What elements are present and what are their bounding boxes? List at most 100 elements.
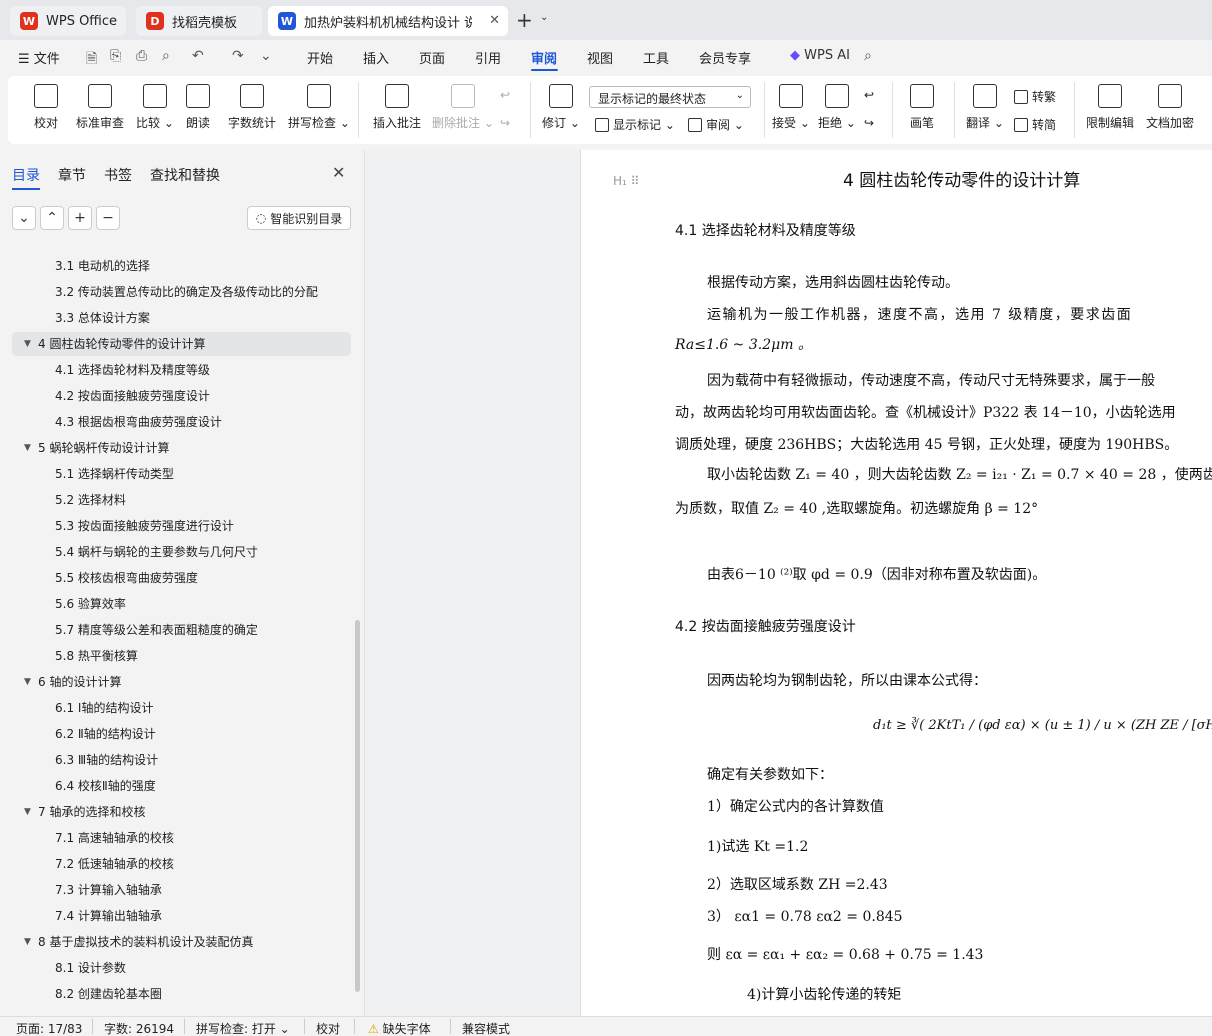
- toc-item[interactable]: 7.1 高速轴轴承的校核: [12, 826, 351, 850]
- expand-arrow-icon[interactable]: ▼: [24, 930, 31, 954]
- close-tab-icon[interactable]: ✕: [489, 13, 500, 28]
- expand-arrow-icon[interactable]: ▼: [24, 800, 31, 824]
- std-review-button[interactable]: 标准审查: [76, 84, 124, 131]
- toc-item[interactable]: 5.6 验算效率: [12, 592, 351, 616]
- save-icon[interactable]: 🗎: [86, 48, 97, 72]
- menu-review[interactable]: 审阅: [531, 48, 557, 67]
- tab-find-replace[interactable]: 查找和替换: [150, 165, 220, 185]
- toc-item[interactable]: 5.2 选择材料: [12, 488, 351, 512]
- chevron-down-icon[interactable]: ⌄: [540, 12, 548, 23]
- accept-button[interactable]: 接受 ⌄: [772, 84, 810, 131]
- delete-comment-button[interactable]: 删除批注 ⌄: [432, 84, 494, 131]
- toc-item[interactable]: 5.5 校核齿根弯曲疲劳强度: [12, 566, 351, 590]
- toc-item[interactable]: 3.2 传动装置总传动比的确定及各级传动比的分配: [12, 280, 351, 304]
- menu-start[interactable]: 开始: [307, 48, 333, 67]
- toc-item[interactable]: 3.3 总体设计方案: [12, 306, 351, 330]
- sidebar-scrollbar[interactable]: [355, 620, 360, 992]
- toc-item[interactable]: 5.7 精度等级公差和表面粗糙度的确定: [12, 618, 351, 642]
- tab-toc[interactable]: 目录: [12, 165, 40, 185]
- proof-status[interactable]: 校对: [316, 1020, 340, 1036]
- toc-item[interactable]: 5.1 选择蜗杆传动类型: [12, 462, 351, 486]
- page-indicator[interactable]: 页面: 17/83: [16, 1020, 82, 1036]
- toc-item[interactable]: 4.2 按齿面接触疲劳强度设计: [12, 384, 351, 408]
- word-count[interactable]: 字数: 26194: [104, 1020, 174, 1036]
- tab-chapters[interactable]: 章节: [58, 165, 86, 185]
- expand-arrow-icon[interactable]: ▼: [24, 436, 31, 460]
- heading-handle-icon[interactable]: H₁ ⠿: [613, 174, 639, 188]
- toc-item[interactable]: 6.3 Ⅲ轴的结构设计: [12, 748, 351, 772]
- menu-file[interactable]: ☰ 文件: [18, 48, 60, 67]
- wps-ai-button[interactable]: ◆ WPS AI: [790, 48, 850, 63]
- toc-item[interactable]: ▼ 4 圆柱齿轮传动零件的设计计算: [12, 332, 351, 356]
- toc-item[interactable]: ▼ 7 轴承的选择和校核: [12, 800, 351, 824]
- encrypt-doc-button[interactable]: 文档加密: [1146, 84, 1194, 131]
- toc-item[interactable]: 3.1 电动机的选择: [12, 254, 351, 278]
- toc-item[interactable]: 5.3 按齿面接触疲劳强度进行设计: [12, 514, 351, 538]
- menu-tools[interactable]: 工具: [643, 48, 669, 67]
- toc-item[interactable]: 7.4 计算输出轴轴承: [12, 904, 351, 928]
- toc-item[interactable]: 5.8 热平衡核算: [12, 644, 351, 668]
- restrict-edit-button[interactable]: 限制编辑: [1086, 84, 1134, 131]
- menu-member[interactable]: 会员专享: [699, 48, 751, 67]
- print-preview-icon[interactable]: ⌕: [162, 48, 170, 64]
- to-traditional-button[interactable]: 转繁: [1014, 88, 1056, 105]
- document-page[interactable]: H₁ ⠿ 4 圆柱齿轮传动零件的设计计算 4.1 选择齿轮材料及精度等级 根据传…: [580, 150, 1212, 1016]
- toc-item[interactable]: 5.4 蜗杆与蜗轮的主要参数与几何尺寸: [12, 540, 351, 564]
- menu-page[interactable]: 页面: [419, 48, 445, 67]
- to-simplified-button[interactable]: 转简: [1014, 116, 1056, 133]
- toc-item[interactable]: 4.3 根据齿根弯曲疲劳强度设计: [12, 410, 351, 434]
- menu-insert[interactable]: 插入: [363, 48, 389, 67]
- next-comment-icon[interactable]: ↪: [500, 116, 510, 130]
- expand-up-button[interactable]: ⌃: [40, 206, 64, 230]
- next-change-icon[interactable]: ↪: [864, 116, 874, 130]
- tab-docer-templates[interactable]: D 找稻壳模板: [136, 6, 262, 36]
- menu-view[interactable]: 视图: [587, 48, 613, 67]
- close-icon[interactable]: ✕: [332, 163, 345, 182]
- toc-item[interactable]: ▼ 8 基于虚拟技术的装料机设计及装配仿真: [12, 930, 351, 954]
- collapse-all-button[interactable]: ⌄: [12, 206, 36, 230]
- toc-item[interactable]: 7.3 计算输入轴轴承: [12, 878, 351, 902]
- toc-item[interactable]: ▼ 5 蜗轮蜗杆传动设计计算: [12, 436, 351, 460]
- translate-button[interactable]: 翻译 ⌄: [966, 84, 1004, 131]
- menu-reference[interactable]: 引用: [475, 48, 501, 67]
- print-icon[interactable]: ⎙: [136, 48, 147, 64]
- new-tab-icon[interactable]: +: [516, 8, 533, 32]
- insert-comment-button[interactable]: 插入批注: [373, 84, 421, 131]
- tab-bookmarks[interactable]: 书签: [104, 165, 132, 185]
- review-pane-button[interactable]: 审阅 ⌄: [688, 116, 744, 133]
- toc-item[interactable]: 6.4 校核Ⅱ轴的强度: [12, 774, 351, 798]
- word-count-button[interactable]: 字数统计: [228, 84, 276, 131]
- tab-current-document[interactable]: W 加热炉装料机机械结构设计 说 ✕: [268, 6, 508, 36]
- prev-comment-icon[interactable]: ↩: [500, 88, 510, 102]
- toc-item[interactable]: ▼ 6 轴的设计计算: [12, 670, 351, 694]
- remove-heading-button[interactable]: −: [96, 206, 120, 230]
- spellcheck-button[interactable]: 拼写检查 ⌄: [288, 84, 350, 131]
- add-heading-button[interactable]: +: [68, 206, 92, 230]
- smart-toc-button[interactable]: ◌ 智能识别目录: [247, 206, 351, 230]
- tab-wps-office[interactable]: W WPS Office: [10, 6, 126, 36]
- prev-change-icon[interactable]: ↩: [864, 88, 874, 102]
- pen-button[interactable]: 画笔: [910, 84, 934, 131]
- compare-button[interactable]: 比较 ⌄: [136, 84, 174, 131]
- show-markup-button[interactable]: 显示标记 ⌄: [595, 116, 675, 133]
- proofread-button[interactable]: 校对: [34, 84, 58, 131]
- redo-icon[interactable]: ↷: [232, 48, 244, 64]
- reject-button[interactable]: 拒绝 ⌄: [818, 84, 856, 131]
- toc-item[interactable]: 6.2 Ⅱ轴的结构设计: [12, 722, 351, 746]
- read-aloud-button[interactable]: 朗读: [186, 84, 210, 131]
- toc-item[interactable]: 4.1 选择齿轮材料及精度等级: [12, 358, 351, 382]
- toc-item[interactable]: 8.2 创建齿轮基本圈: [12, 982, 351, 1006]
- markup-state-select[interactable]: 显示标记的最终状态 ⌄: [589, 86, 751, 108]
- missing-font-status[interactable]: ⚠ 缺失字体: [368, 1020, 431, 1036]
- expand-arrow-icon[interactable]: ▼: [24, 670, 31, 694]
- export-icon[interactable]: ⎘: [110, 48, 121, 64]
- spellcheck-status[interactable]: 拼写检查: 打开 ⌄: [196, 1020, 290, 1036]
- chevron-down-icon[interactable]: ⌄: [260, 48, 272, 64]
- toc-item[interactable]: 8.1 设计参数: [12, 956, 351, 980]
- toc-item[interactable]: 7.2 低速轴轴承的校核: [12, 852, 351, 876]
- toc-item[interactable]: 6.1 Ⅰ轴的结构设计: [12, 696, 351, 720]
- revise-button[interactable]: 修订 ⌄: [542, 84, 580, 131]
- undo-icon[interactable]: ↶: [192, 48, 204, 64]
- search-icon[interactable]: ⌕: [864, 48, 872, 64]
- expand-arrow-icon[interactable]: ▼: [24, 332, 31, 356]
